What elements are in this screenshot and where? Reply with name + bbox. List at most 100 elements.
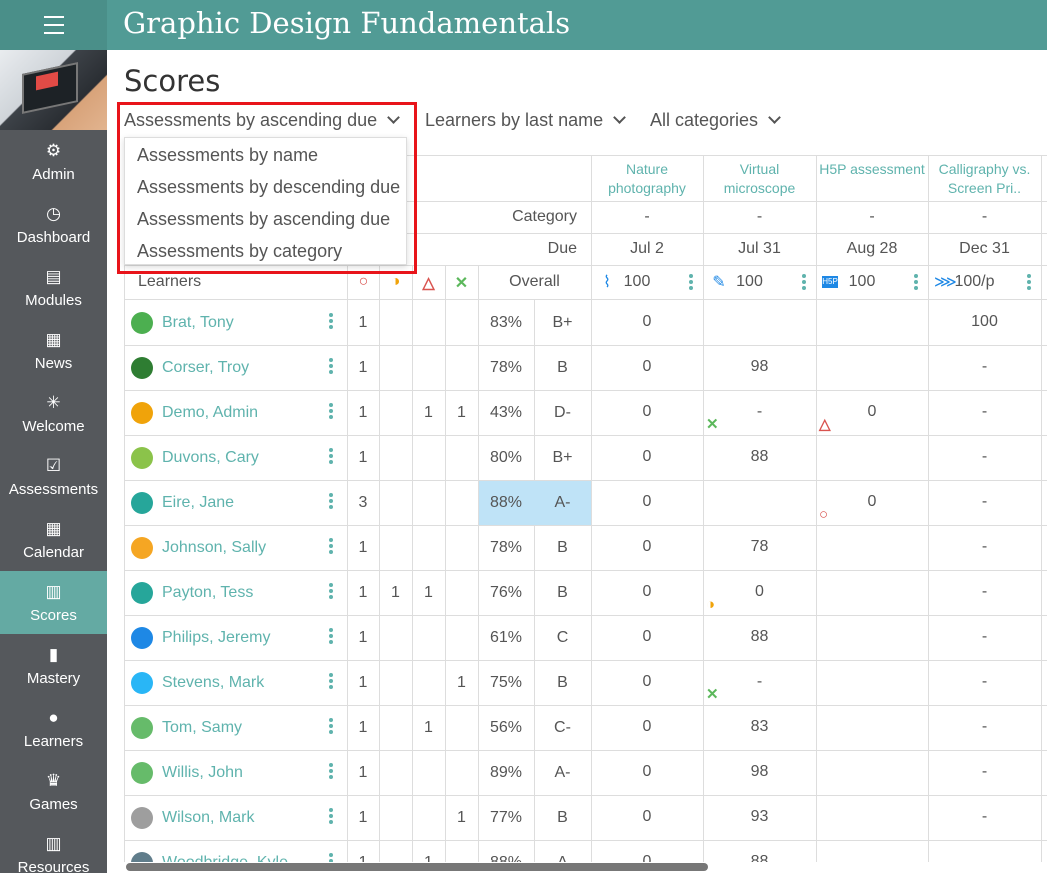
score-cell-grade[interactable]: B (534, 539, 591, 557)
assessment-score-cell[interactable]: 0 (591, 358, 703, 376)
learner-menu-icon[interactable] (329, 313, 333, 331)
assessment-score-cell[interactable]: 0 (591, 673, 703, 691)
assessment-score-cell[interactable]: 0 (591, 448, 703, 466)
sidebar-item-mastery[interactable]: ▮ Mastery (0, 634, 107, 697)
assessment-score-cell[interactable]: 0 (591, 538, 703, 556)
score-cell-pct[interactable]: 43% (478, 404, 534, 422)
half-circle-icon[interactable]: ◑ (379, 273, 412, 291)
assessment-title[interactable]: H5P assessment (816, 160, 928, 179)
assessment-score-cell[interactable]: 0 (591, 808, 703, 826)
learner-name-link[interactable]: Brat, Tony (162, 314, 234, 332)
assessment-score-cell[interactable]: 88 (703, 448, 816, 466)
learner-name-link[interactable]: Corser, Troy (162, 359, 249, 377)
assessment-score-cell[interactable]: 0 (591, 313, 703, 331)
learner-name-link[interactable]: Philips, Jeremy (162, 629, 270, 647)
score-cell-grade[interactable]: C- (534, 719, 591, 737)
assessment-score-cell[interactable]: 98 (703, 358, 816, 376)
learner-menu-icon[interactable] (329, 718, 333, 736)
assessment-score-cell[interactable]: 0 (703, 583, 816, 601)
assessment-score-cell[interactable]: 98 (703, 763, 816, 781)
assessment-score-cell[interactable]: 0 (591, 853, 703, 862)
learner-name-link[interactable]: Woodbridge, Kyle (162, 854, 288, 862)
dropdown-option-name[interactable]: Assessments by name (125, 138, 406, 170)
assessment-score-cell[interactable]: 0 (591, 763, 703, 781)
score-cell-pct[interactable]: 75% (478, 674, 534, 692)
assessment-menu-icon[interactable] (689, 274, 693, 292)
assessment-score-cell[interactable]: - (928, 448, 1041, 466)
score-cell-pct[interactable]: 56% (478, 719, 534, 737)
assessment-score-cell[interactable]: 0 (591, 718, 703, 736)
assessment-score-cell[interactable]: 83 (703, 718, 816, 736)
sidebar-item-scores[interactable]: ▥ Scores (0, 571, 107, 634)
categories-select[interactable]: All categories (650, 110, 781, 134)
dropdown-option-descending-due[interactable]: Assessments by descending due (125, 170, 406, 202)
score-cell-grade[interactable]: A- (534, 764, 591, 782)
score-cell-pct[interactable]: 77% (478, 809, 534, 827)
score-cell-grade[interactable]: B+ (534, 449, 591, 467)
sidebar-item-admin[interactable]: ⚙ Admin (0, 130, 107, 193)
menu-icon[interactable] (0, 0, 107, 50)
sort-assessments-select[interactable]: Assessments by ascending due (124, 110, 401, 134)
dropdown-option-category[interactable]: Assessments by category (125, 234, 406, 266)
assessment-score-cell[interactable]: 0 (816, 493, 928, 511)
score-cell-grade[interactable]: B (534, 359, 591, 377)
sidebar-item-dashboard[interactable]: ◷ Dashboard (0, 193, 107, 256)
assessment-score-cell[interactable]: 78 (703, 538, 816, 556)
assessment-score-cell[interactable]: - (928, 763, 1041, 781)
score-cell-grade[interactable]: B (534, 584, 591, 602)
sort-learners-select[interactable]: Learners by last name (425, 110, 626, 134)
learner-menu-icon[interactable] (329, 403, 333, 421)
score-cell-pct[interactable]: 89% (478, 764, 534, 782)
assessment-menu-icon[interactable] (914, 274, 918, 292)
assessment-score-cell[interactable]: - (928, 808, 1041, 826)
score-cell-pct[interactable]: 80% (478, 449, 534, 467)
learner-menu-icon[interactable] (329, 538, 333, 556)
sidebar-item-calendar[interactable]: ▦ Calendar (0, 508, 107, 571)
horizontal-scrollbar[interactable] (126, 863, 708, 871)
score-cell-grade[interactable]: B+ (534, 314, 591, 332)
score-cell-grade[interactable]: B (534, 809, 591, 827)
learner-name-link[interactable]: Demo, Admin (162, 404, 258, 422)
score-cell-pct[interactable]: 83% (478, 314, 534, 332)
assessment-score-cell[interactable]: 0 (591, 583, 703, 601)
assessment-score-cell[interactable]: 0 (591, 628, 703, 646)
assessment-score-cell[interactable]: 0 (816, 403, 928, 421)
assessment-score-cell[interactable]: - (928, 358, 1041, 376)
assessment-score-cell[interactable]: - (703, 403, 816, 421)
score-cell-grade[interactable]: A- (534, 494, 591, 512)
dropdown-option-ascending-due[interactable]: Assessments by ascending due (125, 202, 406, 234)
learner-menu-icon[interactable] (329, 763, 333, 781)
learner-name-link[interactable]: Stevens, Mark (162, 674, 264, 692)
assessment-score-cell[interactable]: 0 (591, 403, 703, 421)
learner-name-link[interactable]: Tom, Samy (162, 719, 242, 737)
score-cell-pct[interactable]: 88% (478, 494, 534, 512)
assessment-score-cell[interactable]: - (703, 673, 816, 691)
learner-name-link[interactable]: Wilson, Mark (162, 809, 254, 827)
assessment-score-cell[interactable]: - (928, 403, 1041, 421)
assessment-menu-icon[interactable] (1027, 274, 1031, 292)
sidebar-item-modules[interactable]: ▤ Modules (0, 256, 107, 319)
score-cell-pct[interactable]: 78% (478, 359, 534, 377)
sidebar-item-news[interactable]: ▦ News (0, 319, 107, 382)
sidebar-item-games[interactable]: ♛ Games (0, 760, 107, 823)
assessment-score-cell[interactable]: - (928, 718, 1041, 736)
assessment-score-cell[interactable]: - (928, 628, 1041, 646)
assessment-score-cell[interactable]: - (928, 493, 1041, 511)
assessment-menu-icon[interactable] (802, 274, 806, 292)
learner-menu-icon[interactable] (329, 448, 333, 466)
learner-menu-icon[interactable] (329, 358, 333, 376)
learner-name-link[interactable]: Duvons, Cary (162, 449, 259, 467)
assessment-score-cell[interactable]: - (928, 583, 1041, 601)
assessment-score-cell[interactable]: 100 (928, 313, 1041, 331)
score-cell-pct[interactable]: 88% (478, 854, 534, 862)
score-cell-grade[interactable]: A (534, 854, 591, 862)
score-cell-grade[interactable]: C (534, 629, 591, 647)
assessment-score-cell[interactable]: 88 (703, 853, 816, 862)
score-cell-pct[interactable]: 61% (478, 629, 534, 647)
learner-menu-icon[interactable] (329, 583, 333, 601)
score-cell-pct[interactable]: 76% (478, 584, 534, 602)
sidebar-item-resources[interactable]: ▥ Resources (0, 823, 107, 873)
assessment-score-cell[interactable]: 0 (591, 493, 703, 511)
learner-menu-icon[interactable] (329, 673, 333, 691)
course-image[interactable] (0, 50, 107, 130)
